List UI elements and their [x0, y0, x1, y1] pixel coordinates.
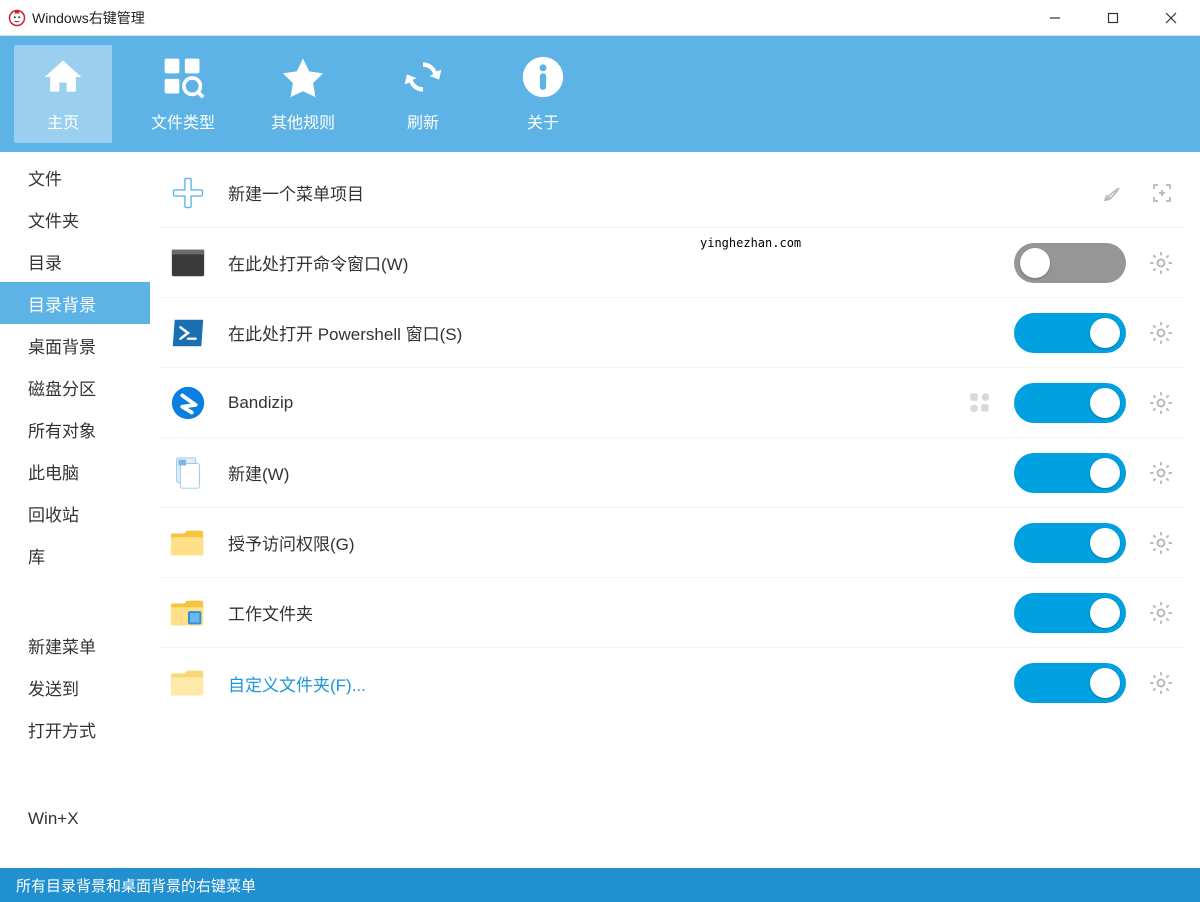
sidebar-item-label: 文件	[28, 165, 62, 190]
statusbar: 所有目录背景和桌面背景的右键菜单	[0, 868, 1200, 902]
toolbar: 主页 文件类型 其他规则 刷新 关于	[0, 36, 1200, 152]
gear-icon[interactable]	[1146, 528, 1176, 558]
sidebar-item-label: 目录背景	[28, 291, 96, 316]
sidebar-item-label: Win+X	[28, 809, 79, 829]
sidebar-item-this-pc[interactable]: 此电脑	[0, 450, 150, 492]
sidebar-item-label: 所有对象	[28, 417, 96, 442]
shapes-icon[interactable]	[966, 389, 994, 417]
toggle-grant[interactable]	[1014, 523, 1126, 563]
sidebar-item-library[interactable]: 库	[0, 534, 150, 576]
sidebar-item-label: 库	[28, 543, 45, 568]
sidebar-item-dir-bg[interactable]: 目录背景	[0, 282, 150, 324]
sidebar-item-label: 回收站	[28, 501, 79, 526]
toolbar-filetype[interactable]: 文件类型	[134, 45, 232, 143]
toolbar-label: 关于	[527, 109, 559, 133]
sidebar-item-disk[interactable]: 磁盘分区	[0, 366, 150, 408]
home-icon	[41, 55, 85, 99]
toggle-custom[interactable]	[1014, 663, 1126, 703]
toolbar-refresh[interactable]: 刷新	[374, 45, 472, 143]
folder-p-icon	[168, 663, 208, 703]
folder-y-icon	[168, 523, 208, 563]
main-list: 新建一个菜单项目 在此处打开命令窗口(W) 在此处打开 Powershell 窗…	[150, 152, 1200, 868]
menu-row-label: 新建一个菜单项目	[228, 180, 1080, 205]
toggle-powershell[interactable]	[1014, 313, 1126, 353]
menu-row-label: 在此处打开 Powershell 窗口(S)	[228, 320, 994, 345]
sidebar-item-winx[interactable]: Win+X	[0, 798, 150, 840]
gear-icon[interactable]	[1146, 458, 1176, 488]
sidebar-item-all-obj[interactable]: 所有对象	[0, 408, 150, 450]
titlebar: Windows右键管理	[0, 0, 1200, 36]
menu-row-label: 在此处打开命令窗口(W)	[228, 250, 994, 275]
sidebar-item-label: 磁盘分区	[28, 375, 96, 400]
maximize-button[interactable]	[1084, 0, 1142, 36]
about-icon	[521, 55, 565, 99]
filetype-icon	[161, 55, 205, 99]
gear-icon[interactable]	[1146, 668, 1176, 698]
sidebar-item-new-menu[interactable]: 新建菜单	[0, 624, 150, 666]
sidebar-item-file[interactable]: 文件	[0, 156, 150, 198]
toolbar-label: 其他规则	[271, 109, 335, 133]
menu-row-new[interactable]: 新建(W)	[160, 438, 1184, 508]
sidebar-item-recycle[interactable]: 回收站	[0, 492, 150, 534]
sidebar-item-open-with[interactable]: 打开方式	[0, 708, 150, 750]
sidebar-item-directory[interactable]: 目录	[0, 240, 150, 282]
toolbar-label: 文件类型	[151, 109, 215, 133]
toggle-workfolder[interactable]	[1014, 593, 1126, 633]
sidebar-item-send-to[interactable]: 发送到	[0, 666, 150, 708]
toggle-bandizip[interactable]	[1014, 383, 1126, 423]
rules-icon	[281, 55, 325, 99]
minimize-button[interactable]	[1026, 0, 1084, 36]
sidebar-item-label: 文件夹	[28, 207, 79, 232]
menu-row-label: 自定义文件夹(F)...	[228, 671, 994, 696]
gear-icon[interactable]	[1146, 318, 1176, 348]
menu-row-workfolder[interactable]: 工作文件夹	[160, 578, 1184, 648]
window-title: Windows右键管理	[32, 8, 145, 28]
menu-row-grant[interactable]: 授予访问权限(G)	[160, 508, 1184, 578]
app-icon	[8, 9, 26, 27]
bandizip-icon	[168, 383, 208, 423]
menu-row-label: 新建(W)	[228, 460, 994, 485]
doc-icon	[168, 453, 208, 493]
toolbar-label: 主页	[47, 109, 79, 133]
menu-row-bandizip[interactable]: Bandizip	[160, 368, 1184, 438]
powershell-icon	[168, 313, 208, 353]
menu-row-powershell[interactable]: 在此处打开 Powershell 窗口(S)	[160, 298, 1184, 368]
toolbar-home[interactable]: 主页	[14, 45, 112, 143]
refresh-icon	[401, 55, 445, 99]
close-button[interactable]	[1142, 0, 1200, 36]
rocket-icon[interactable]	[1100, 179, 1128, 207]
focus-icon[interactable]	[1148, 179, 1176, 207]
sidebar: 文件文件夹目录目录背景桌面背景磁盘分区所有对象此电脑回收站库新建菜单发送到打开方…	[0, 152, 150, 868]
gear-icon[interactable]	[1146, 388, 1176, 418]
sidebar-item-label: 新建菜单	[28, 633, 96, 658]
status-text: 所有目录背景和桌面背景的右键菜单	[16, 875, 256, 896]
sidebar-item-label: 桌面背景	[28, 333, 96, 358]
menu-row-label: 授予访问权限(G)	[228, 530, 994, 555]
toolbar-about[interactable]: 关于	[494, 45, 592, 143]
menu-row-cmd[interactable]: 在此处打开命令窗口(W)	[160, 228, 1184, 298]
folder-b-icon	[168, 593, 208, 633]
sidebar-item-label: 发送到	[28, 675, 79, 700]
menu-row-label: 工作文件夹	[228, 600, 994, 625]
menu-row-custom[interactable]: 自定义文件夹(F)...	[160, 648, 1184, 718]
menu-row-label: Bandizip	[228, 393, 946, 413]
sidebar-item-label: 目录	[28, 249, 62, 274]
plus-icon	[168, 173, 208, 213]
toolbar-label: 刷新	[407, 109, 439, 133]
sidebar-item-label: 此电脑	[28, 459, 79, 484]
cmd-icon	[168, 243, 208, 283]
toggle-new[interactable]	[1014, 453, 1126, 493]
menu-row-add[interactable]: 新建一个菜单项目	[160, 158, 1184, 228]
sidebar-item-desktop-bg[interactable]: 桌面背景	[0, 324, 150, 366]
gear-icon[interactable]	[1146, 598, 1176, 628]
watermark: yinghezhan.com	[700, 236, 801, 250]
toolbar-rules[interactable]: 其他规则	[254, 45, 352, 143]
sidebar-item-folder[interactable]: 文件夹	[0, 198, 150, 240]
sidebar-item-label: 打开方式	[28, 717, 96, 742]
toggle-cmd[interactable]	[1014, 243, 1126, 283]
gear-icon[interactable]	[1146, 248, 1176, 278]
